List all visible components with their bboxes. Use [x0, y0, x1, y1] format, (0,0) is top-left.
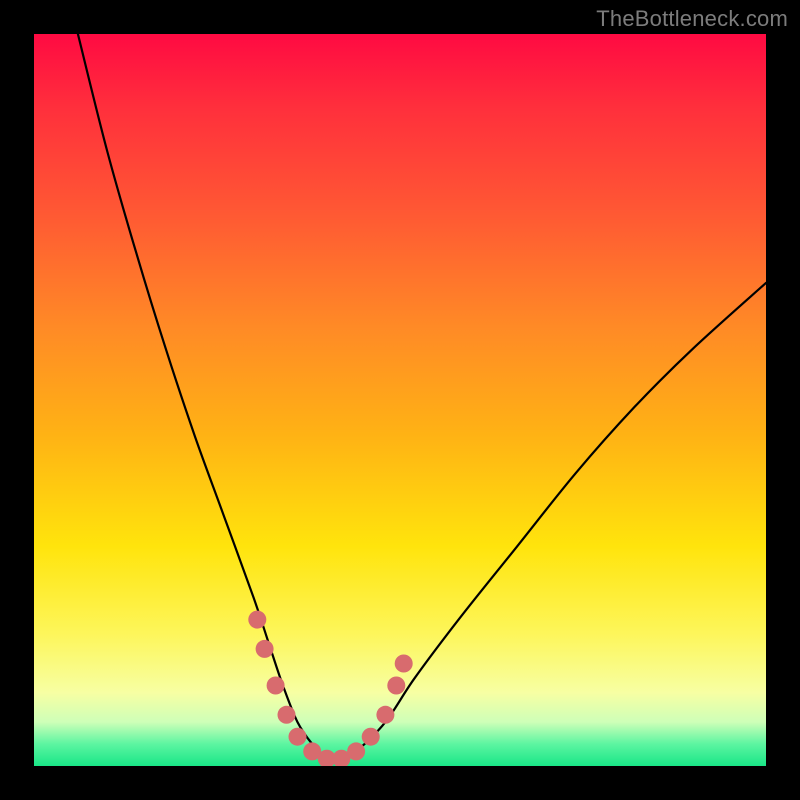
- highlight-dot: [248, 611, 266, 629]
- highlight-dot: [347, 742, 365, 760]
- highlight-dot: [289, 728, 307, 746]
- chart-frame: TheBottleneck.com: [0, 0, 800, 800]
- watermark-text: TheBottleneck.com: [596, 6, 788, 32]
- highlight-dot: [362, 728, 380, 746]
- highlight-markers: [248, 611, 412, 766]
- curve-layer: [34, 34, 766, 766]
- highlight-dot: [267, 677, 285, 695]
- highlight-dot: [387, 677, 405, 695]
- highlight-dot: [278, 706, 296, 724]
- plot-area: [34, 34, 766, 766]
- highlight-dot: [395, 655, 413, 673]
- highlight-dot: [376, 706, 394, 724]
- highlight-dot: [256, 640, 274, 658]
- bottleneck-curve: [78, 34, 766, 760]
